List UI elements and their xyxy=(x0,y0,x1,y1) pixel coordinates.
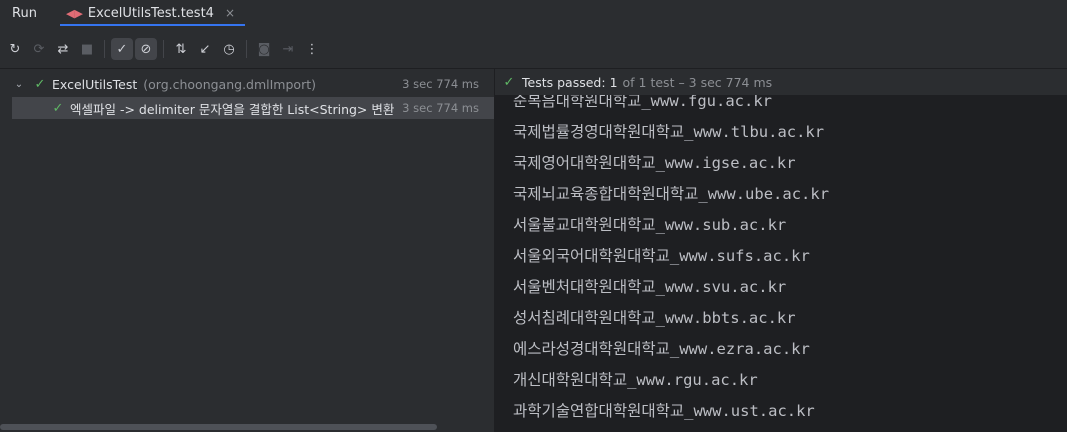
run-tool-window-header: Run ◀▶ ExcelUtilsTest.test4 × xyxy=(0,0,1067,26)
tree-node-test4[interactable]: ✓ 엑셀파일 -> delimiter 문자열을 결합한 List<String… xyxy=(12,97,495,119)
sort-icon[interactable]: ⇅ xyxy=(170,38,192,60)
pass-check-icon: ✓ xyxy=(52,100,64,116)
pass-check-icon: ✓ xyxy=(503,74,515,90)
console-line: 국제뇌교육종합대학원대학교_www.ube.ac.kr xyxy=(513,185,830,203)
console-line: 서울외국어대학원대학교_www.sufs.ac.kr xyxy=(513,247,810,265)
console-line: 국제영어대학원대학교_www.igse.ac.kr xyxy=(513,154,796,172)
console-line: 성서침례대학원대학교_www.bbts.ac.kr xyxy=(513,309,796,327)
toolbar-separator xyxy=(163,40,164,58)
rerun-failed-icon[interactable]: ⟳ xyxy=(28,38,50,60)
chevron-down-icon[interactable]: ⌄ xyxy=(12,79,26,90)
tab-excelutilstest-test4[interactable]: ◀▶ ExcelUtilsTest.test4 × xyxy=(60,0,245,26)
test-status-bar: ✓ Tests passed: 1 of 1 test – 3 sec 774 … xyxy=(495,69,1067,95)
console-panel: ✓ Tests passed: 1 of 1 test – 3 sec 774 … xyxy=(495,69,1067,432)
more-icon[interactable]: ⋮ xyxy=(301,38,323,60)
status-detail: of 1 test – 3 sec 774 ms xyxy=(622,74,773,90)
toolbar-separator xyxy=(104,40,105,58)
run-title: Run xyxy=(12,5,37,21)
close-icon[interactable]: × xyxy=(225,6,235,20)
test-runner-toolbar: ↻ ⟳ ⇄ ■ ✓ ⊘ ⇅ ↙ ◷ ◙ ⇥ ⋮ xyxy=(0,34,340,64)
stop-icon[interactable]: ■ xyxy=(76,38,98,60)
horizontal-scrollbar[interactable] xyxy=(0,424,437,430)
tree-node-root-duration: 3 sec 774 ms xyxy=(402,77,479,91)
console-line: 국제법률경영대학원대학교_www.tlbu.ac.kr xyxy=(513,123,825,141)
toolbar-separator xyxy=(246,40,247,58)
tree-node-test4-name: 엑셀파일 -> delimiter 문자열을 결합한 List<String> … xyxy=(70,101,395,117)
status-label: Tests passed: xyxy=(522,74,606,90)
import-icon[interactable]: ⇥ xyxy=(277,38,299,60)
toggle-auto-test-icon[interactable]: ⇄ xyxy=(52,38,74,60)
tree-node-root-name: ExcelUtilsTest xyxy=(52,76,138,92)
tree-node-root[interactable]: ⌄ ✓ ExcelUtilsTest (org.choongang.dmlImp… xyxy=(0,73,495,95)
rerun-icon[interactable]: ↻ xyxy=(4,38,26,60)
show-passed-icon[interactable]: ✓ xyxy=(111,38,133,60)
pass-check-icon: ✓ xyxy=(34,76,46,92)
history-icon[interactable]: ◷ xyxy=(218,38,240,60)
test-tree-panel: ⌄ ✓ ExcelUtilsTest (org.choongang.dmlImp… xyxy=(0,69,495,432)
console-line: 과학기술연합대학원대학교_www.ust.ac.kr xyxy=(513,402,815,420)
camera-icon[interactable]: ◙ xyxy=(253,38,275,60)
console-line: 에스라성경대학원대학교_www.ezra.ac.kr xyxy=(513,340,810,358)
collapse-icon[interactable]: ↙ xyxy=(194,38,216,60)
console-line: 서울벤처대학원대학교_www.svu.ac.kr xyxy=(513,278,787,296)
console-line: 개신대학원대학교_www.rgu.ac.kr xyxy=(513,371,758,389)
console-line: 서울불교대학원대학교_www.sub.ac.kr xyxy=(513,216,787,234)
show-ignored-icon[interactable]: ⊘ xyxy=(135,38,157,60)
tree-node-root-package: (org.choongang.dmlImport) xyxy=(143,76,316,92)
status-count: 1 xyxy=(609,74,618,90)
console-output[interactable]: 순복음대학원대학교_www.fgu.ac.kr 국제법률경영대학원대학교_www.… xyxy=(513,86,829,427)
junit-icon: ◀▶ xyxy=(66,6,83,20)
tree-node-test4-duration: 3 sec 774 ms xyxy=(399,97,479,119)
tab-label: ExcelUtilsTest.test4 xyxy=(87,5,214,21)
